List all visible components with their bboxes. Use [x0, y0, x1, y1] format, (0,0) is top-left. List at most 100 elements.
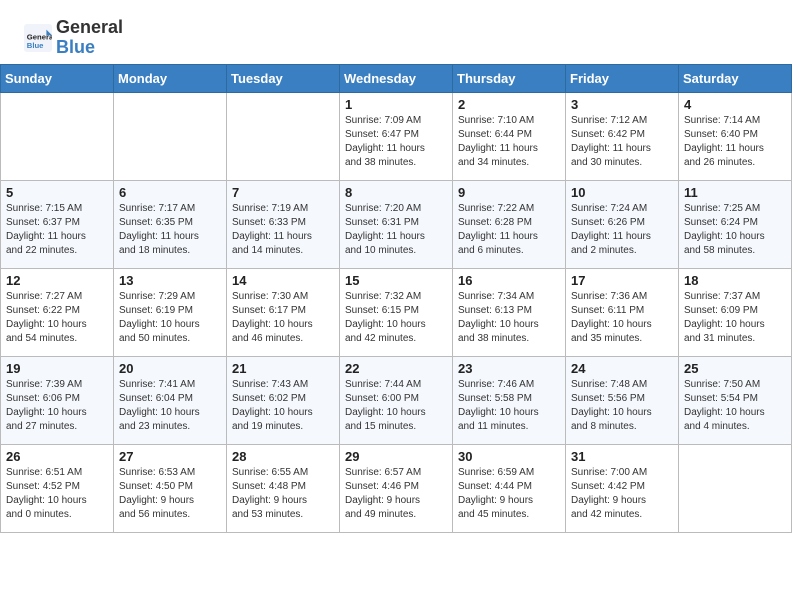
- column-header-wednesday: Wednesday: [340, 64, 453, 92]
- day-number: 24: [571, 361, 673, 376]
- calendar-day-19: 19Sunrise: 7:39 AM Sunset: 6:06 PM Dayli…: [1, 356, 114, 444]
- day-info: Sunrise: 7:36 AM Sunset: 6:11 PM Dayligh…: [571, 290, 673, 346]
- calendar-day-2: 2 Sunrise: 7:10 AM Sunset: 6:44 PM Daylig…: [453, 92, 566, 180]
- day-info: Sunrise: 7:19 AM Sunset: 6:33 PM Dayligh…: [232, 202, 334, 258]
- day-number: 22: [345, 361, 447, 376]
- calendar-day-25: 25Sunrise: 7:50 AM Sunset: 5:54 PM Dayli…: [679, 356, 792, 444]
- day-number: 19: [6, 361, 108, 376]
- day-info: Sunrise: 7:30 AM Sunset: 6:17 PM Dayligh…: [232, 290, 334, 346]
- day-number: 17: [571, 273, 673, 288]
- day-number: 30: [458, 449, 560, 464]
- page-header: General Blue General Blue: [0, 0, 792, 64]
- day-info: Sunrise: 7:43 AM Sunset: 6:02 PM Dayligh…: [232, 378, 334, 434]
- day-info: Sunrise: 7:00 AM Sunset: 4:42 PM Dayligh…: [571, 466, 673, 522]
- day-number: 14: [232, 273, 334, 288]
- day-number: 13: [119, 273, 221, 288]
- calendar-week-2: 5 Sunrise: 7:15 AM Sunset: 6:37 PM Daylig…: [1, 180, 792, 268]
- day-info: Sunrise: 7:25 AM Sunset: 6:24 PM Dayligh…: [684, 202, 786, 258]
- day-number: 29: [345, 449, 447, 464]
- day-info: Sunrise: 6:57 AM Sunset: 4:46 PM Dayligh…: [345, 466, 447, 522]
- calendar-header-row: SundayMondayTuesdayWednesdayThursdayFrid…: [1, 64, 792, 92]
- day-info: Sunrise: 7:24 AM Sunset: 6:26 PM Dayligh…: [571, 202, 673, 258]
- calendar-day-16: 16 Sunrise: 7:34 AM Sunset: 6:13 PM Dayli…: [453, 268, 566, 356]
- calendar-day-11: 11Sunrise: 7:25 AM Sunset: 6:24 PM Dayli…: [679, 180, 792, 268]
- day-info: Sunrise: 6:55 AM Sunset: 4:48 PM Dayligh…: [232, 466, 334, 522]
- day-info: Sunrise: 7:34 AM Sunset: 6:13 PM Dayligh…: [458, 290, 560, 346]
- calendar-day-30: 30 Sunrise: 6:59 AM Sunset: 4:44 PM Dayli…: [453, 444, 566, 532]
- day-info: Sunrise: 6:53 AM Sunset: 4:50 PM Dayligh…: [119, 466, 221, 522]
- day-info: Sunrise: 7:48 AM Sunset: 5:56 PM Dayligh…: [571, 378, 673, 434]
- calendar-day-31: 31 Sunrise: 7:00 AM Sunset: 4:42 PM Dayli…: [566, 444, 679, 532]
- day-info: Sunrise: 7:44 AM Sunset: 6:00 PM Dayligh…: [345, 378, 447, 434]
- day-info: Sunrise: 7:50 AM Sunset: 5:54 PM Dayligh…: [684, 378, 786, 434]
- column-header-friday: Friday: [566, 64, 679, 92]
- day-number: 2: [458, 97, 560, 112]
- day-number: 3: [571, 97, 673, 112]
- calendar-week-1: 1 Sunrise: 7:09 AM Sunset: 6:47 PM Daylig…: [1, 92, 792, 180]
- calendar-day-12: 12 Sunrise: 7:27 AM Sunset: 6:22 PM Dayli…: [1, 268, 114, 356]
- day-number: 1: [345, 97, 447, 112]
- day-number: 31: [571, 449, 673, 464]
- calendar-day-24: 24 Sunrise: 7:48 AM Sunset: 5:56 PM Dayli…: [566, 356, 679, 444]
- logo-general-text: General: [56, 18, 123, 38]
- day-info: Sunrise: 7:15 AM Sunset: 6:37 PM Dayligh…: [6, 202, 108, 258]
- column-header-sunday: Sunday: [1, 64, 114, 92]
- calendar-day-26: 26 Sunrise: 6:51 AM Sunset: 4:52 PM Dayli…: [1, 444, 114, 532]
- day-info: Sunrise: 7:46 AM Sunset: 5:58 PM Dayligh…: [458, 378, 560, 434]
- calendar-day-29: 29 Sunrise: 6:57 AM Sunset: 4:46 PM Dayli…: [340, 444, 453, 532]
- calendar-day-1: 1 Sunrise: 7:09 AM Sunset: 6:47 PM Daylig…: [340, 92, 453, 180]
- calendar-week-5: 26 Sunrise: 6:51 AM Sunset: 4:52 PM Dayli…: [1, 444, 792, 532]
- calendar-day-6: 6Sunrise: 7:17 AM Sunset: 6:35 PM Daylig…: [114, 180, 227, 268]
- calendar-table: SundayMondayTuesdayWednesdayThursdayFrid…: [0, 64, 792, 533]
- day-number: 21: [232, 361, 334, 376]
- calendar-day-14: 14 Sunrise: 7:30 AM Sunset: 6:17 PM Dayli…: [227, 268, 340, 356]
- day-number: 4: [684, 97, 786, 112]
- calendar-day-23: 23 Sunrise: 7:46 AM Sunset: 5:58 PM Dayli…: [453, 356, 566, 444]
- calendar-empty-cell: [114, 92, 227, 180]
- day-info: Sunrise: 7:41 AM Sunset: 6:04 PM Dayligh…: [119, 378, 221, 434]
- day-info: Sunrise: 7:20 AM Sunset: 6:31 PM Dayligh…: [345, 202, 447, 258]
- day-number: 9: [458, 185, 560, 200]
- calendar-empty-cell: [227, 92, 340, 180]
- day-number: 7: [232, 185, 334, 200]
- day-info: Sunrise: 6:51 AM Sunset: 4:52 PM Dayligh…: [6, 466, 108, 522]
- calendar-week-3: 12 Sunrise: 7:27 AM Sunset: 6:22 PM Dayli…: [1, 268, 792, 356]
- day-info: Sunrise: 6:59 AM Sunset: 4:44 PM Dayligh…: [458, 466, 560, 522]
- day-info: Sunrise: 7:10 AM Sunset: 6:44 PM Dayligh…: [458, 114, 560, 170]
- column-header-tuesday: Tuesday: [227, 64, 340, 92]
- day-number: 8: [345, 185, 447, 200]
- day-number: 6: [119, 185, 221, 200]
- day-info: Sunrise: 7:12 AM Sunset: 6:42 PM Dayligh…: [571, 114, 673, 170]
- calendar-empty-cell: [1, 92, 114, 180]
- day-info: Sunrise: 7:29 AM Sunset: 6:19 PM Dayligh…: [119, 290, 221, 346]
- calendar-day-9: 9Sunrise: 7:22 AM Sunset: 6:28 PM Daylig…: [453, 180, 566, 268]
- column-header-saturday: Saturday: [679, 64, 792, 92]
- day-info: Sunrise: 7:14 AM Sunset: 6:40 PM Dayligh…: [684, 114, 786, 170]
- calendar-day-10: 10 Sunrise: 7:24 AM Sunset: 6:26 PM Dayli…: [566, 180, 679, 268]
- calendar-day-3: 3 Sunrise: 7:12 AM Sunset: 6:42 PM Daylig…: [566, 92, 679, 180]
- calendar-empty-cell: [679, 444, 792, 532]
- calendar-day-8: 8 Sunrise: 7:20 AM Sunset: 6:31 PM Daylig…: [340, 180, 453, 268]
- day-number: 5: [6, 185, 108, 200]
- day-number: 26: [6, 449, 108, 464]
- calendar-week-4: 19Sunrise: 7:39 AM Sunset: 6:06 PM Dayli…: [1, 356, 792, 444]
- logo-icon: General Blue: [24, 24, 52, 52]
- day-info: Sunrise: 7:09 AM Sunset: 6:47 PM Dayligh…: [345, 114, 447, 170]
- day-number: 27: [119, 449, 221, 464]
- day-info: Sunrise: 7:27 AM Sunset: 6:22 PM Dayligh…: [6, 290, 108, 346]
- day-number: 12: [6, 273, 108, 288]
- column-header-thursday: Thursday: [453, 64, 566, 92]
- calendar-day-4: 4 Sunrise: 7:14 AM Sunset: 6:40 PM Daylig…: [679, 92, 792, 180]
- calendar-day-18: 18Sunrise: 7:37 AM Sunset: 6:09 PM Dayli…: [679, 268, 792, 356]
- column-header-monday: Monday: [114, 64, 227, 92]
- day-number: 28: [232, 449, 334, 464]
- logo-blue-text: Blue: [56, 38, 123, 58]
- calendar-day-17: 17 Sunrise: 7:36 AM Sunset: 6:11 PM Dayli…: [566, 268, 679, 356]
- day-number: 23: [458, 361, 560, 376]
- day-number: 16: [458, 273, 560, 288]
- day-info: Sunrise: 7:32 AM Sunset: 6:15 PM Dayligh…: [345, 290, 447, 346]
- day-number: 20: [119, 361, 221, 376]
- calendar-day-22: 22 Sunrise: 7:44 AM Sunset: 6:00 PM Dayli…: [340, 356, 453, 444]
- day-number: 10: [571, 185, 673, 200]
- logo: General Blue General Blue: [24, 18, 123, 58]
